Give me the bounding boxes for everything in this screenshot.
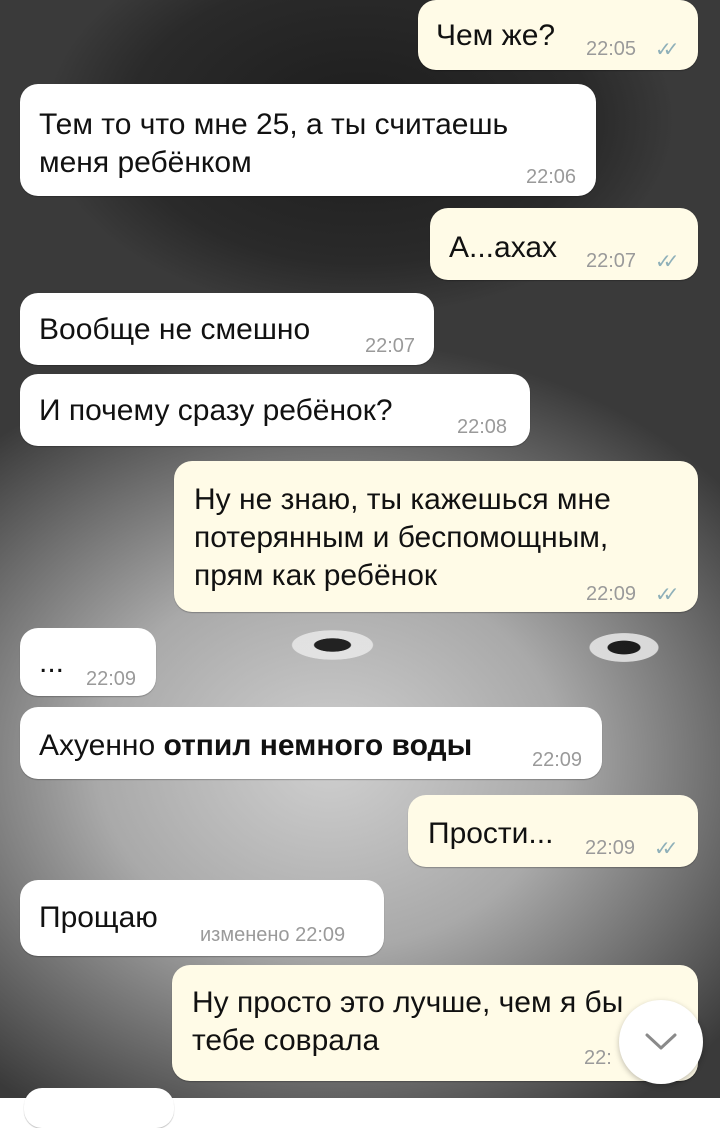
- read-ticks-icon: ✓✓: [655, 584, 679, 606]
- message-text-bold: отпил немного воды: [163, 729, 473, 762]
- message-text: Прости...: [428, 817, 554, 850]
- message-bubble[interactable]: ... 22:09: [20, 628, 156, 696]
- message-text: Ахуенно отпил немного воды: [39, 727, 472, 765]
- message-bubble[interactable]: Ахуенно отпил немного воды 22:09: [20, 707, 602, 779]
- message-text: Прощаю: [39, 901, 158, 934]
- message-bubble[interactable]: Прости... 22:09 ✓✓: [408, 795, 698, 867]
- message-bubble[interactable]: Вообще не смешно 22:07: [20, 293, 434, 365]
- read-ticks-icon: ✓✓: [655, 39, 679, 61]
- message-text: Вообще не смешно: [39, 313, 311, 346]
- message-bubble[interactable]: Ну просто это лучше, чем я бы тебе совра…: [172, 965, 698, 1081]
- chevron-down-icon: [645, 1033, 677, 1050]
- message-time: 22:09: [585, 837, 636, 859]
- read-ticks-icon: ✓✓: [655, 251, 679, 273]
- message-time: 22:09: [532, 749, 583, 771]
- message-bubble[interactable]: Тем то что мне 25, а ты считаешь меня ре…: [20, 84, 596, 196]
- message-text: А...ахах: [449, 231, 558, 264]
- message-bubble[interactable]: Прощаю изменено 22:09: [20, 880, 384, 956]
- message-text: Ну не знаю, ты кажешься мне потерянным и…: [194, 483, 611, 592]
- scroll-to-bottom-button[interactable]: [619, 1000, 703, 1084]
- message-bubble[interactable]: Чем же? 22:05 ✓✓: [418, 0, 698, 70]
- message-time: 22:06: [526, 166, 577, 188]
- message-text: ...: [39, 646, 65, 679]
- message-time: 22:07: [365, 335, 416, 357]
- message-bubble-partial: [24, 1088, 174, 1128]
- message-bubble[interactable]: Ну не знаю, ты кажешься мне потерянным и…: [174, 461, 698, 612]
- message-time: 22:07: [586, 250, 637, 272]
- message-time: 22:08: [457, 416, 508, 438]
- message-time: 22:09: [86, 668, 137, 690]
- message-text: И почему сразу ребёнок?: [39, 394, 393, 427]
- read-ticks-icon: ✓✓: [654, 838, 678, 860]
- message-bubble[interactable]: А...ахах 22:07 ✓✓: [430, 208, 698, 280]
- message-time: 22:: [584, 1047, 612, 1069]
- message-bubble[interactable]: И почему сразу ребёнок? 22:08: [20, 374, 530, 446]
- message-text: Тем то что мне 25, а ты считаешь меня ре…: [39, 108, 509, 179]
- message-text: Чем же?: [436, 19, 556, 52]
- message-text: Ну просто это лучше, чем я бы тебе совра…: [192, 986, 624, 1057]
- message-time: 22:09: [586, 583, 637, 605]
- message-text-plain: Ахуенно: [39, 729, 164, 762]
- message-time: изменено 22:09: [200, 924, 346, 946]
- message-time: 22:05: [586, 38, 637, 60]
